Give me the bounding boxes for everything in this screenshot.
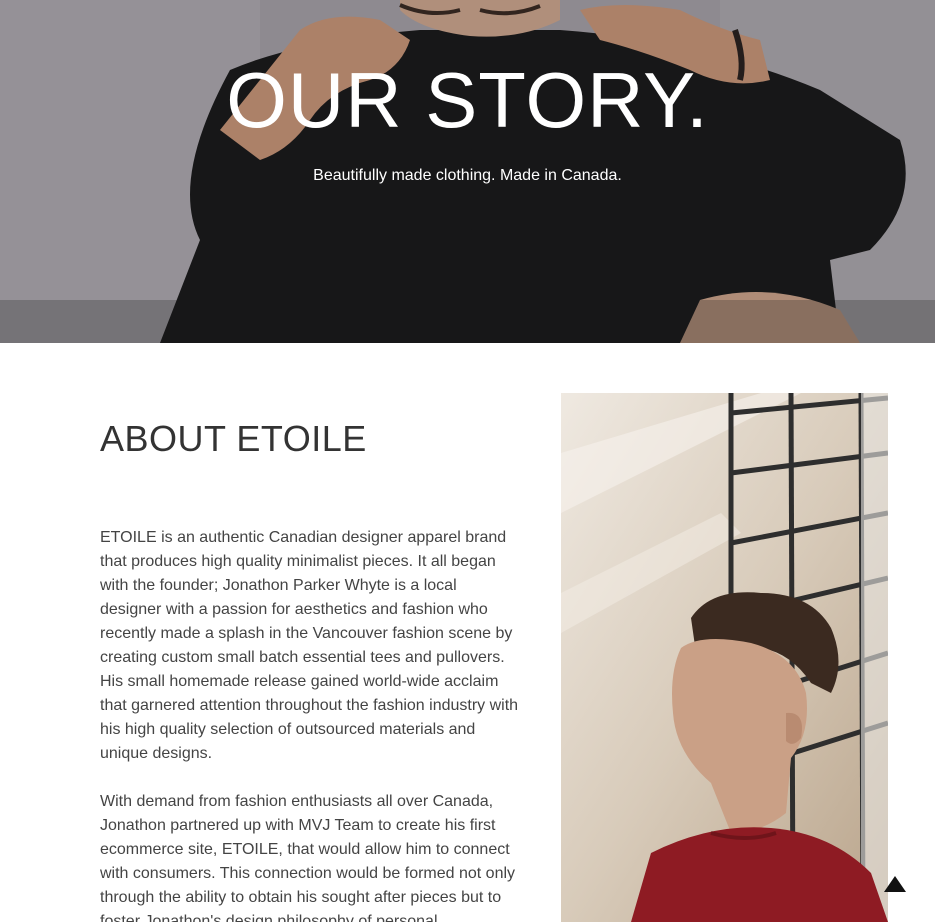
hero-banner: OUR STORY. Beautifully made clothing. Ma… xyxy=(0,0,935,343)
triangle-up-icon xyxy=(884,876,906,892)
hero-title: OUR STORY. xyxy=(226,56,709,144)
about-image xyxy=(561,393,888,922)
page: OUR STORY. Beautifully made clothing. Ma… xyxy=(0,0,935,922)
about-title: ABOUT ETOILE xyxy=(100,418,367,459)
about-paragraph: ETOILE is an authentic Canadian designer… xyxy=(100,529,519,762)
hero-subtitle: Beautifully made clothing. Made in Canad… xyxy=(313,167,622,184)
about-body: ETOILE is an authentic Canadian designer… xyxy=(100,526,520,922)
about-paragraph: With demand from fashion enthusiasts all… xyxy=(100,793,516,922)
back-to-top-button[interactable] xyxy=(882,874,908,896)
